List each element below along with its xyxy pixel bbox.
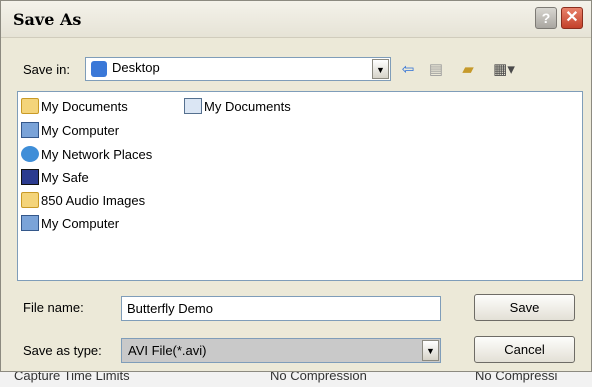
folder-icon: [21, 192, 39, 208]
cancel-button[interactable]: Cancel: [474, 336, 575, 363]
window-title: Save As: [13, 10, 82, 29]
background-window-strip: Capture Time Limits No Compression No Co…: [0, 372, 592, 387]
my-documents-icon: [21, 98, 39, 114]
file-list[interactable]: My Documents My Computer My Network Plac…: [17, 91, 583, 281]
background-text: No Compressi: [475, 372, 558, 383]
list-item[interactable]: My Safe: [21, 167, 89, 187]
list-item[interactable]: My Network Places: [21, 144, 152, 164]
save-in-label: Save in:: [23, 62, 70, 77]
list-item[interactable]: 850 Audio Images: [21, 190, 145, 210]
computer-shortcut-icon: [21, 215, 39, 231]
background-text: No Compression: [270, 372, 367, 383]
list-item[interactable]: My Computer: [21, 120, 119, 140]
save-as-type-value: AVI File(*.avi): [128, 343, 207, 358]
file-name-label: File name:: [23, 300, 84, 315]
list-item[interactable]: My Documents: [21, 96, 128, 116]
save-button[interactable]: Save: [474, 294, 575, 321]
background-text: Capture Time Limits: [14, 372, 130, 383]
network-places-icon: [21, 146, 39, 162]
list-item-label: 850 Audio Images: [41, 192, 146, 208]
list-item-label: My Computer: [41, 122, 120, 138]
new-folder-icon[interactable]: ▰: [458, 61, 478, 79]
safe-icon: [21, 169, 39, 185]
chevron-down-icon[interactable]: ▼: [422, 340, 439, 361]
desktop-icon: [91, 61, 107, 77]
documents-shortcut-icon: [184, 98, 202, 114]
up-folder-icon[interactable]: ▤: [426, 61, 446, 79]
list-item-label: My Computer: [41, 215, 120, 231]
list-item[interactable]: My Computer: [21, 213, 119, 233]
list-item-label: My Documents: [41, 98, 128, 114]
list-item-label: My Documents: [204, 98, 291, 114]
save-in-combobox[interactable]: Desktop ▼: [85, 57, 391, 81]
save-as-type-select[interactable]: AVI File(*.avi) ▼: [121, 338, 441, 363]
list-item-label: My Safe: [41, 169, 89, 185]
title-bar: Save As ? ✕: [1, 1, 591, 38]
back-arrow-icon[interactable]: ⇦: [398, 61, 418, 79]
save-in-value: Desktop: [112, 60, 160, 75]
save-as-dialog: Save As ? ✕ Save in: Desktop ▼ ⇦ ▤ ▰ ▦▾ …: [0, 0, 592, 372]
file-name-value: Butterfly Demo: [127, 301, 213, 316]
list-item[interactable]: My Documents: [184, 96, 291, 116]
chevron-down-icon[interactable]: ▼: [372, 59, 389, 79]
help-button[interactable]: ?: [535, 7, 557, 29]
file-name-input[interactable]: Butterfly Demo: [121, 296, 441, 321]
my-computer-icon: [21, 122, 39, 138]
save-as-type-label: Save as type:: [23, 343, 102, 358]
list-item-label: My Network Places: [41, 146, 153, 162]
close-button[interactable]: ✕: [561, 7, 583, 29]
view-menu-icon[interactable]: ▦▾: [489, 61, 519, 79]
